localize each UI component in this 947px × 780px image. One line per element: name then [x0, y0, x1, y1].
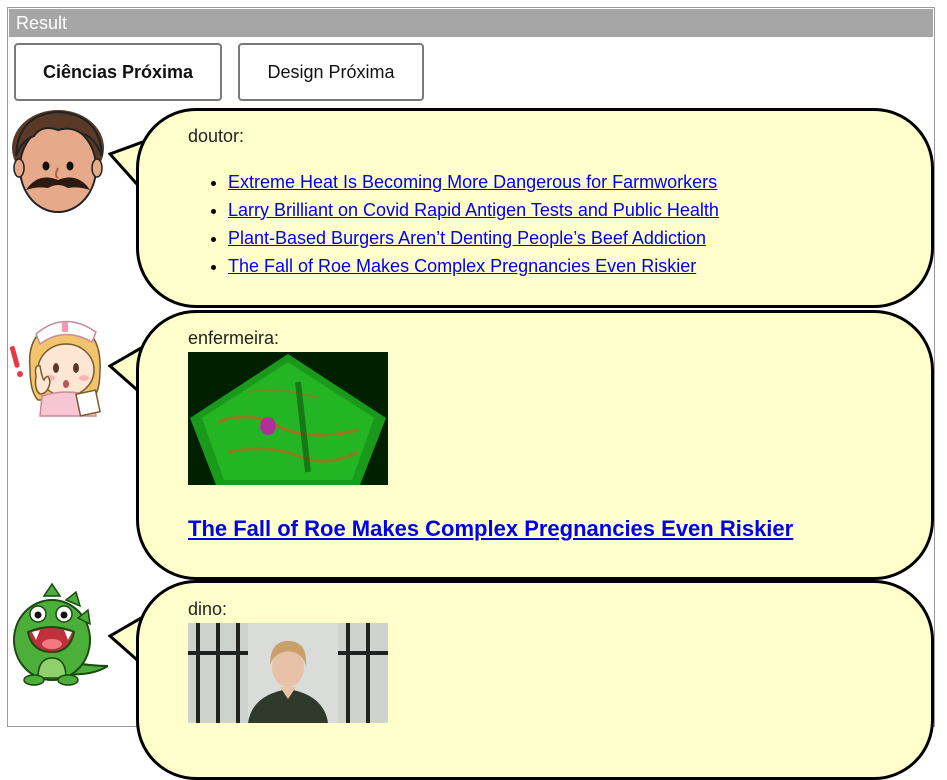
ciencias-proxima-button[interactable]: Ciências Próxima — [14, 43, 222, 101]
ultrasound-image — [188, 352, 388, 485]
article-headline-link[interactable]: The Fall of Roe Makes Complex Pregnancie… — [188, 516, 793, 542]
dinosaur-icon — [13, 582, 108, 686]
portrait-photo — [188, 623, 388, 723]
speaker-label: doutor: — [188, 126, 245, 146]
result-panel: Result Ciências Próxima Design Próxima d… — [7, 7, 935, 780]
news-link[interactable]: Larry Brilliant on Covid Rapid Antigen T… — [228, 200, 719, 220]
doctor-icon — [12, 110, 104, 213]
result-title-bar: Result — [9, 9, 933, 37]
list-item: Extreme Heat Is Becoming More Dangerous … — [228, 168, 719, 196]
news-link[interactable]: Extreme Heat Is Becoming More Dangerous … — [228, 172, 717, 192]
list-item: Larry Brilliant on Covid Rapid Antigen T… — [228, 196, 719, 224]
news-link[interactable]: Plant-Based Burgers Aren’t Denting Peopl… — [228, 228, 706, 248]
list-item: The Fall of Roe Makes Complex Pregnancie… — [228, 252, 719, 280]
news-link[interactable]: The Fall of Roe Makes Complex Pregnancie… — [228, 256, 696, 276]
design-proxima-button[interactable]: Design Próxima — [238, 43, 424, 101]
speaker-label: enfermeira: — [188, 328, 280, 348]
news-link-list: Extreme Heat Is Becoming More Dangerous … — [188, 168, 719, 280]
nurse-icon — [9, 320, 101, 417]
list-item: Plant-Based Burgers Aren’t Denting Peopl… — [228, 224, 719, 252]
speaker-label: dino: — [188, 599, 228, 619]
